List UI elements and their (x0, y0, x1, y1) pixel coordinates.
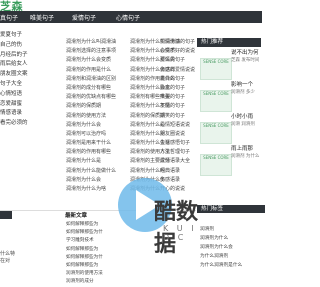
tags-heading: 热门标签 (197, 205, 265, 213)
article-column-1: 润滑剂为什么叫润滑油 润滑剂选择的注意事项 润滑剂为什么会变质 润滑剂的作用是什… (66, 38, 129, 194)
tag-link[interactable]: 为什么润滑剂 (200, 253, 262, 262)
left-item[interactable]: 恋爱甜蜜 (0, 99, 66, 109)
article-link[interactable]: 润滑剂的成分有哪些 (66, 84, 129, 93)
nav-item-4[interactable]: 心情句子 (116, 13, 140, 22)
article-link[interactable]: 润滑剂的保质期 (66, 102, 129, 111)
watermark-subtext: K U I D C (163, 224, 197, 242)
card-text: 芝森 发布时间 (231, 58, 260, 63)
latest-article-link[interactable]: 如何解释那些为什 (66, 254, 128, 262)
latest-article-link[interactable]: 润滑剂的成分 (66, 278, 128, 286)
article-link[interactable]: 润滑剂是用来干什么 (66, 139, 129, 148)
left-item[interactable]: 心情短语 (0, 89, 66, 99)
article-link[interactable]: 润滑剂的作用有哪些 (66, 148, 129, 157)
card-title[interactable]: 雨上雨那 (231, 144, 253, 152)
article-link[interactable]: 爱情语录大全 (160, 157, 196, 166)
sidebar-heading: 热门推荐 (197, 38, 261, 47)
article-link[interactable]: 唯美的句子 (160, 93, 196, 102)
article-link[interactable]: 心情短语说说 (160, 121, 196, 130)
card-thumbnail: SENSE CORE (200, 154, 232, 176)
article-link[interactable]: 润滑剂的优缺点有哪些 (66, 93, 129, 102)
left-item[interactable]: 爱夏句子 (0, 30, 66, 40)
sidebar-card[interactable]: SENSE CORE 雨上雨那 润滑剂 为什么 (200, 144, 262, 176)
sidebar-card[interactable]: SENSE CORE 小时小雨 润滑 润滑剂 (200, 112, 262, 144)
article-link[interactable]: 经典语录 (160, 167, 196, 176)
article-link[interactable]: 润滑剂选择的注意事项 (66, 47, 129, 56)
tag-link[interactable]: 润滑剂 (200, 226, 262, 235)
left-item[interactable]: 句子大全 (0, 79, 66, 89)
article-link[interactable]: 润滑剂可以治疗吗 (66, 130, 129, 139)
article-column-3: 爱情伤感的句子 心情不好的说说 爱情的句子 伤感的爱情说说 表白的句子 励志的句… (160, 38, 196, 194)
latest-articles-title: 最新文章 (65, 213, 88, 219)
card-title[interactable]: 说不出为何 (231, 48, 259, 56)
left-item[interactable]: 看完必须的 (0, 118, 66, 128)
left-list: 爱夏句子 自己的伤 月经后的子 雨后给女人 朋友圈文案 句子大全 心情短语 恋爱… (0, 30, 66, 128)
article-link[interactable]: 润滑剂为什么叫润滑油 (66, 38, 129, 47)
latest-article-link[interactable]: 润滑剂的使用方法 (66, 270, 128, 278)
article-link[interactable]: 润滑剂为什么是 (66, 157, 129, 166)
bottom-left-item[interactable]: 什么特 (0, 250, 15, 257)
article-link[interactable]: 润滑剂和润滑油的区别 (66, 75, 129, 84)
article-link[interactable]: 励志的句子 (160, 84, 196, 93)
left-item[interactable]: 雨后给女人 (0, 59, 66, 69)
section-marker (0, 211, 12, 219)
logo-strip: 芝森 (0, 0, 262, 13)
article-link[interactable]: 生活感悟句子 (160, 139, 196, 148)
left-item[interactable]: 自己的伤 (0, 40, 66, 50)
bottom-left-item[interactable]: 在对 (0, 257, 15, 264)
article-link[interactable]: 润滑剂为什么会变质 (66, 56, 129, 65)
article-link[interactable]: 润滑剂为什么能做什么 (66, 167, 129, 176)
article-link[interactable]: 表白的句子 (160, 75, 196, 84)
watermark-overlay: 酷数据 K U I D C (118, 178, 198, 257)
tag-link[interactable]: 润滑剂为什么 (200, 235, 262, 244)
article-link[interactable]: 爱情伤感的句子 (160, 38, 196, 47)
card-thumbnail: SENSE CORE (200, 58, 232, 80)
article-link[interactable]: 人生哲理句子 (160, 148, 196, 157)
sidebar-card[interactable]: SENSE CORE 说不出为何 芝森 发布时间 (200, 48, 262, 80)
card-thumbnail: SENSE CORE (200, 122, 232, 144)
article-link[interactable]: 润滑剂的作用是什么 (66, 66, 129, 75)
card-text: 润滑剂 多少 (231, 90, 255, 95)
left-item[interactable]: 情感语录 (0, 108, 66, 118)
card-text: 润滑 润滑剂 (231, 122, 255, 127)
nav-item-3[interactable]: 爱情句子 (72, 13, 96, 22)
article-link[interactable]: 润滑剂的使用方法 (66, 112, 129, 121)
left-item[interactable]: 朋友圈文案 (0, 69, 66, 79)
card-thumbnail: SENSE CORE (200, 90, 232, 112)
article-link[interactable]: 搞笑的句子 (160, 112, 196, 121)
article-link[interactable]: 友情的句子 (160, 102, 196, 111)
article-link[interactable]: 朋友圈说说 (160, 130, 196, 139)
nav-item-1[interactable]: 真句子 (0, 13, 18, 22)
tag-link[interactable]: 润滑剂为什么会 (200, 244, 262, 253)
top-nav: 真句子 唯美句子 爱情句子 心情句子 (0, 11, 262, 23)
left-item[interactable]: 月经后的子 (0, 50, 66, 60)
card-text: 润滑剂 为什么 (231, 154, 260, 159)
card-title[interactable]: 影响一个 (231, 80, 253, 88)
nav-item-2[interactable]: 唯美句子 (30, 13, 54, 22)
card-title[interactable]: 小时小雨 (231, 112, 253, 120)
sidebar-card[interactable]: SENSE CORE 影响一个 润滑剂 多少 (200, 80, 262, 112)
tag-link[interactable]: 为什么润滑剂是什么 (200, 262, 262, 271)
article-link[interactable]: 润滑剂为什么会 (66, 121, 129, 130)
bottom-left-list: 什么特 在对 (0, 250, 15, 264)
tag-list: 润滑剂 润滑剂为什么 润滑剂为什么会 为什么润滑剂 为什么润滑剂是什么 (200, 226, 262, 271)
article-link[interactable]: 伤感的爱情说说 (160, 66, 196, 75)
article-link[interactable]: 心情不好的说说 (160, 47, 196, 56)
article-link[interactable]: 爱情的句子 (160, 56, 196, 65)
